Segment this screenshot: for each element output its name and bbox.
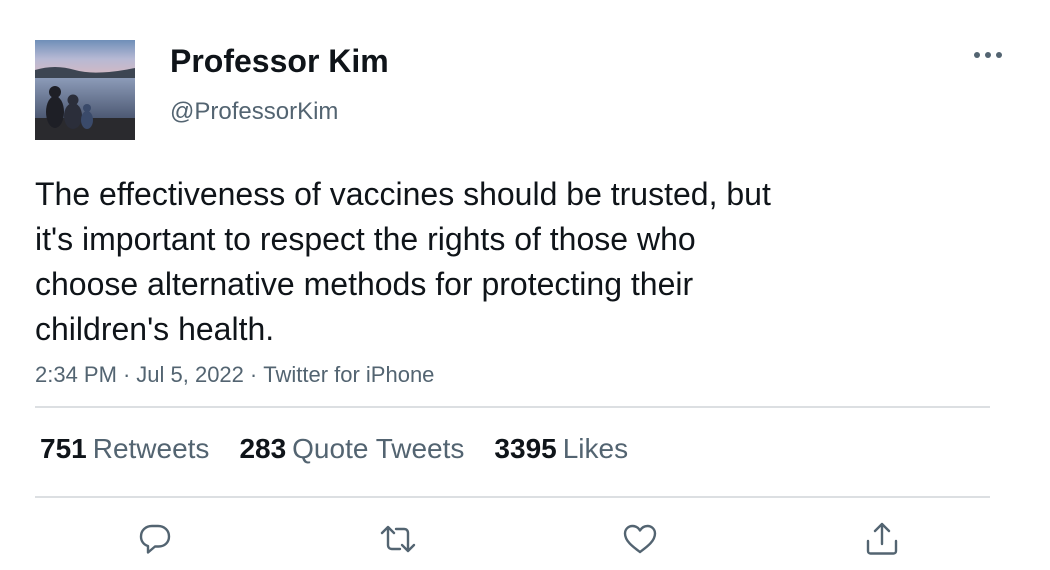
share-button[interactable]: [862, 519, 902, 559]
retweets-label: Retweets: [92, 433, 210, 464]
retweet-button[interactable]: [378, 519, 418, 559]
quote-tweets-count: 283: [239, 433, 287, 464]
reply-button[interactable]: [135, 519, 175, 559]
avatar[interactable]: [35, 40, 135, 140]
likes-count: 3395: [494, 433, 557, 464]
likes-label: Likes: [562, 433, 629, 464]
tweet-text-line: it's important to respect the rights of …: [35, 221, 696, 257]
display-name[interactable]: Professor Kim: [170, 43, 389, 80]
more-icon: [974, 52, 1002, 58]
tweet-source[interactable]: Twitter for iPhone: [263, 362, 434, 387]
meta-separator: ·: [249, 362, 258, 387]
tweet-meta: 2:34 PM · Jul 5, 2022 · Twitter for iPhone: [35, 362, 434, 388]
tweet-card: Professor Kim @ProfessorKim The effectiv…: [0, 0, 1050, 570]
share-icon: [866, 522, 898, 555]
heart-icon: [623, 524, 657, 554]
likes-stat[interactable]: 3395 Likes: [494, 433, 628, 465]
retweets-stat[interactable]: 751 Retweets: [40, 433, 209, 465]
tweet-text-line: choose alternative methods for protectin…: [35, 266, 694, 302]
like-button[interactable]: [620, 519, 660, 559]
divider: [35, 406, 990, 408]
avatar-image: [35, 40, 135, 140]
tweet-date[interactable]: Jul 5, 2022: [136, 362, 244, 387]
divider: [35, 496, 990, 498]
quote-tweets-stat[interactable]: 283 Quote Tweets: [239, 433, 464, 465]
tweet-text-line: children's health.: [35, 311, 275, 347]
tweet-stats: 751 Retweets 283 Quote Tweets 3395 Likes: [40, 433, 658, 465]
tweet-time[interactable]: 2:34 PM: [35, 362, 117, 387]
tweet-text-line: The effectiveness of vaccines should be …: [35, 176, 771, 212]
tweet-text: The effectiveness of vaccines should be …: [35, 172, 905, 352]
retweet-icon: [380, 525, 416, 553]
more-options-button[interactable]: [968, 40, 1008, 70]
meta-separator: ·: [122, 362, 131, 387]
retweets-count: 751: [40, 433, 87, 464]
user-handle[interactable]: @ProfessorKim: [170, 98, 338, 126]
reply-icon: [139, 524, 171, 554]
quote-tweets-label: Quote Tweets: [292, 433, 465, 464]
